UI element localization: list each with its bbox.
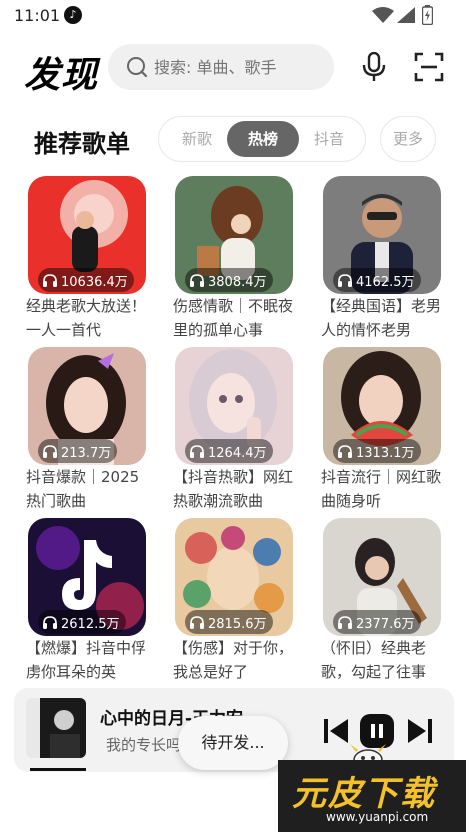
play-count-badge: 1264.4万 <box>185 439 273 463</box>
headphone-icon <box>338 445 352 458</box>
section-header: 推荐歌单 新歌 热榜 抖音 更多 <box>0 116 469 164</box>
headphone-icon <box>338 616 352 629</box>
next-track-icon[interactable] <box>408 718 432 744</box>
play-count: 1264.4万 <box>208 445 267 461</box>
playlist-title[interactable]: 经典老歌大放送！一人一首代 <box>26 294 148 342</box>
play-count-badge: 4162.5万 <box>333 268 421 292</box>
headphone-icon <box>190 445 204 458</box>
previous-track-icon[interactable] <box>324 718 348 744</box>
signal-icon <box>397 7 415 23</box>
playlist-title[interactable]: 抖音爆款｜2025热门歌曲 <box>26 465 148 513</box>
headphone-icon <box>43 445 57 458</box>
play-count: 4162.5万 <box>356 274 415 290</box>
page-title: 发现 <box>24 55 99 96</box>
play-count: 2612.5万 <box>61 616 120 632</box>
play-count-badge: 2815.6万 <box>185 610 273 634</box>
header: 发现 <box>0 38 469 98</box>
playlist-title[interactable]: 抖音流行｜网红歌曲随身听 <box>321 465 443 513</box>
now-playing-cover[interactable] <box>26 698 86 758</box>
tab-douyin[interactable]: 抖音 <box>299 121 359 157</box>
status-time: 11:01 <box>14 6 61 25</box>
playlist-title[interactable]: （怀旧）经典老歌，勾起了往事 <box>321 636 443 684</box>
playlist-title[interactable]: 【经典国语】老男人的情怀老男 <box>321 294 443 342</box>
play-count: 10636.4万 <box>61 274 128 290</box>
more-button[interactable]: 更多 <box>380 116 436 162</box>
play-count: 2815.6万 <box>208 616 267 632</box>
play-count: 213.7万 <box>61 445 112 461</box>
play-count: 2377.6万 <box>356 616 415 632</box>
headphone-icon <box>43 616 57 629</box>
toast-message: 待开发... <box>178 716 288 770</box>
microphone-icon[interactable] <box>360 52 388 82</box>
tab-hot-chart[interactable]: 热榜 <box>227 121 299 157</box>
status-bar: 11:01 ♪ <box>0 0 469 32</box>
play-count: 3808.4万 <box>208 274 267 290</box>
play-count-badge: 3808.4万 <box>185 268 273 292</box>
search-bar[interactable] <box>108 44 334 90</box>
playlist-title[interactable]: 伤感情歌｜不眠夜里的孤单心事 <box>173 294 295 342</box>
playback-progress[interactable] <box>30 768 86 771</box>
play-count-badge: 10636.4万 <box>38 268 134 292</box>
headphone-icon <box>190 274 204 287</box>
play-count-badge: 1313.1万 <box>333 439 421 463</box>
tab-new-songs[interactable]: 新歌 <box>165 121 229 157</box>
tiktok-note-icon: ♪ <box>64 6 82 24</box>
headphone-icon <box>338 274 352 287</box>
watermark: 元皮下载 www.yuanpi.com <box>278 760 466 832</box>
wifi-icon <box>372 7 394 23</box>
playlist-title[interactable]: 【伤感】对于你，我总是好了 <box>173 636 295 684</box>
watermark-url: www.yuanpi.com <box>326 810 429 824</box>
now-playing-lyric: 我的专长吗 <box>106 736 182 754</box>
search-input[interactable] <box>154 56 324 78</box>
headphone-icon <box>43 274 57 287</box>
headphone-icon <box>190 616 204 629</box>
play-count-badge: 213.7万 <box>38 439 118 463</box>
search-icon <box>127 57 148 78</box>
watermark-logo: 元皮下载 <box>292 774 436 814</box>
play-count-badge: 2612.5万 <box>38 610 126 634</box>
play-count-badge: 2377.6万 <box>333 610 421 634</box>
play-count: 1313.1万 <box>356 445 415 461</box>
section-title: 推荐歌单 <box>34 130 130 158</box>
scan-icon[interactable] <box>414 52 444 82</box>
tab-bar: 新歌 热榜 抖音 <box>158 116 366 162</box>
playlist-title[interactable]: 【抖音热歌】网红热歌潮流歌曲 <box>173 465 295 513</box>
playlist-title[interactable]: 【燃爆】抖音中俘虏你耳朵的英 <box>26 636 148 684</box>
battery-icon <box>422 5 433 25</box>
